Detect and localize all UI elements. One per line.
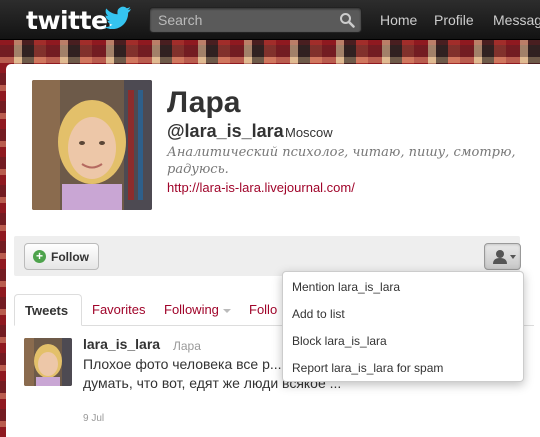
menu-item-block[interactable]: Block lara_is_lara [283, 328, 523, 354]
search-box [149, 7, 362, 33]
tweet-username[interactable]: lara_is_lara [83, 336, 160, 352]
follow-button-label: Follow [51, 249, 89, 264]
tweet-fullname: Лара [173, 339, 201, 353]
chevron-down-icon [510, 255, 516, 259]
tab-favorites[interactable]: Favorites [92, 302, 145, 317]
user-actions-menu: Mention lara_is_lara Add to list Block l… [282, 271, 524, 382]
person-icon [493, 250, 516, 264]
menu-item-mention[interactable]: Mention lara_is_lara [283, 274, 523, 300]
caret-down-icon [222, 308, 231, 313]
menu-item-report-spam[interactable]: Report lara_is_lara for spam [283, 355, 523, 381]
profile-screen-name: @lara_is_lara [167, 121, 284, 141]
menu-item-add-to-list[interactable]: Add to list [283, 301, 523, 327]
nav-home-link[interactable]: Home [380, 12, 417, 28]
tweet-timestamp[interactable]: 9 Jul [83, 413, 104, 424]
twitter-bird-icon [104, 6, 131, 29]
profile-location: Moscow [285, 125, 333, 140]
search-input[interactable] [150, 8, 335, 32]
profile-bio: Аналитический психолог, читаю, пишу, смо… [167, 145, 516, 177]
user-actions-dropdown-button[interactable] [484, 243, 521, 270]
top-navigation-bar: twitter Home Profile Messages [0, 0, 540, 40]
plus-icon: + [33, 250, 46, 263]
profile-name: Лара [167, 86, 241, 119]
nav-profile-link[interactable]: Profile [434, 12, 474, 28]
nav-messages-link[interactable]: Messages [493, 12, 540, 28]
follow-button[interactable]: + Follow [24, 243, 99, 270]
profile-avatar[interactable] [32, 80, 152, 210]
tab-following-label: Following [164, 302, 219, 317]
search-icon[interactable] [339, 12, 355, 28]
profile-url-link[interactable]: http://lara-is-lara.livejournal.com/ [167, 180, 355, 195]
tweet-avatar[interactable] [24, 338, 72, 386]
tab-followers[interactable]: Follo [249, 302, 277, 317]
tab-tweets[interactable]: Tweets [14, 294, 82, 326]
tab-following[interactable]: Following [164, 302, 231, 317]
